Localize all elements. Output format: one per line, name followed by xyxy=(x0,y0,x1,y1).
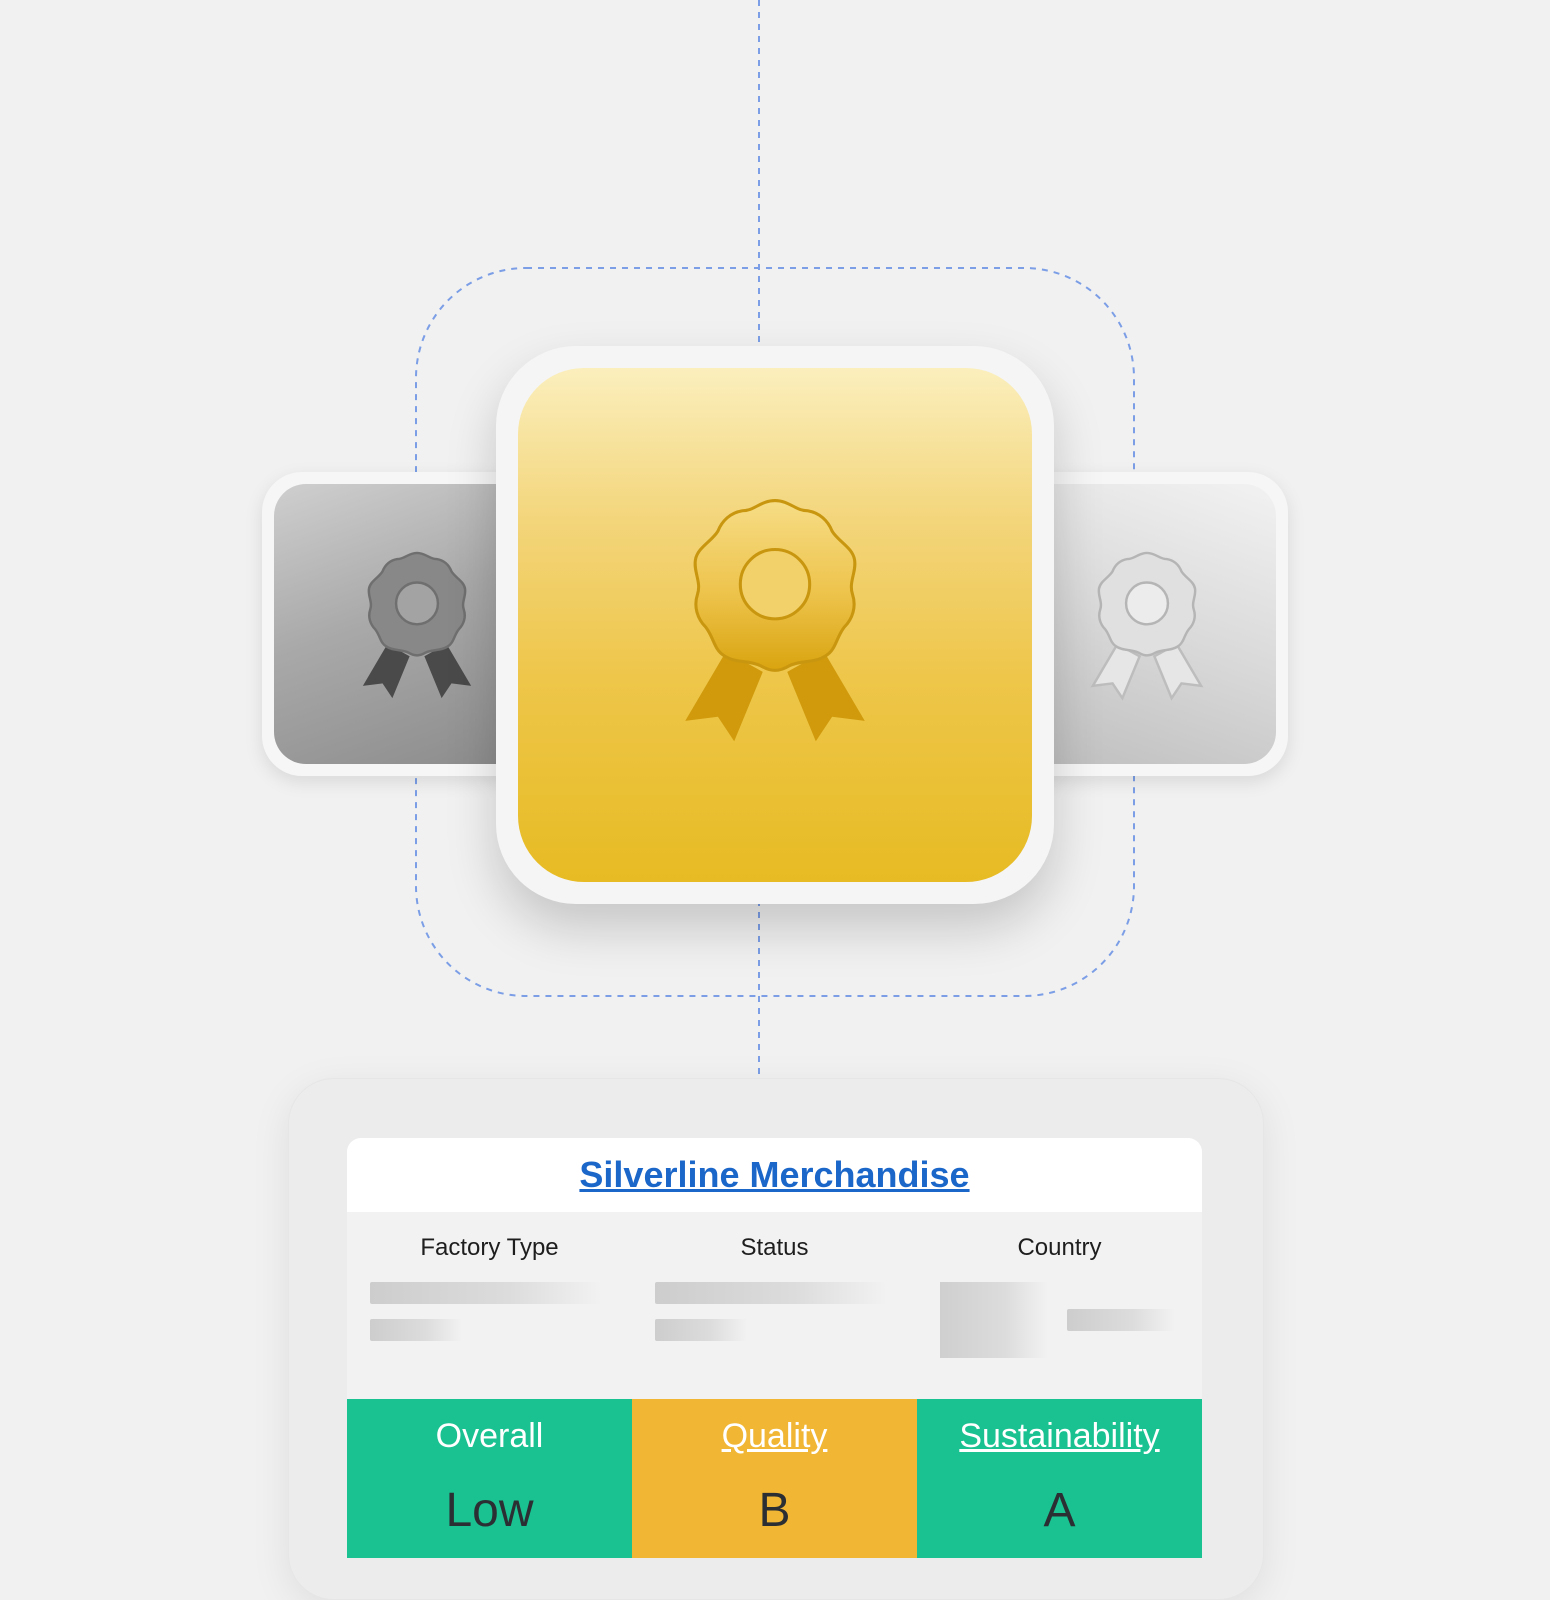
badge-face-gold xyxy=(518,368,1032,882)
badge-tile-gold[interactable] xyxy=(496,346,1054,904)
rating-overall-label: Overall xyxy=(435,1417,544,1455)
rating-sustainability-link[interactable]: Sustainability xyxy=(917,1417,1202,1456)
factory-type-label: Factory Type xyxy=(420,1234,559,1261)
supplier-card: Silverline Merchandise Factory Type Stat… xyxy=(347,1138,1202,1558)
country-name-placeholder xyxy=(1067,1309,1175,1331)
factory-type-placeholder-line xyxy=(370,1319,462,1341)
rating-overall-value: Low xyxy=(445,1484,534,1537)
rating-overall: Overall Low xyxy=(347,1399,632,1558)
factory-type-placeholder-line xyxy=(370,1282,602,1304)
ratings-row: Overall Low Quality B Sustainability A xyxy=(347,1399,1202,1558)
rating-quality-link[interactable]: Quality xyxy=(632,1417,917,1456)
status-column: Status xyxy=(632,1212,917,1399)
rating-sustainability: Sustainability A xyxy=(917,1399,1202,1558)
status-placeholder-line xyxy=(655,1282,887,1304)
rating-quality-value: B xyxy=(758,1484,791,1537)
award-ribbon-icon xyxy=(362,551,472,699)
card-header: Silverline Merchandise xyxy=(347,1138,1202,1212)
award-ribbon-icon xyxy=(685,499,865,742)
status-label: Status xyxy=(740,1234,809,1261)
rating-sustainability-value: A xyxy=(1043,1484,1076,1537)
country-flag-placeholder xyxy=(940,1282,1048,1358)
country-label: Country xyxy=(1017,1234,1102,1261)
status-placeholder-line xyxy=(655,1319,747,1341)
award-ribbon-icon xyxy=(1090,551,1204,701)
country-column: Country xyxy=(917,1212,1202,1399)
supplier-name-link[interactable]: Silverline Merchandise xyxy=(579,1154,969,1196)
rating-quality: Quality B xyxy=(632,1399,917,1558)
factory-type-column: Factory Type xyxy=(347,1212,632,1399)
supplier-details: Factory Type Status Country xyxy=(347,1212,1202,1399)
